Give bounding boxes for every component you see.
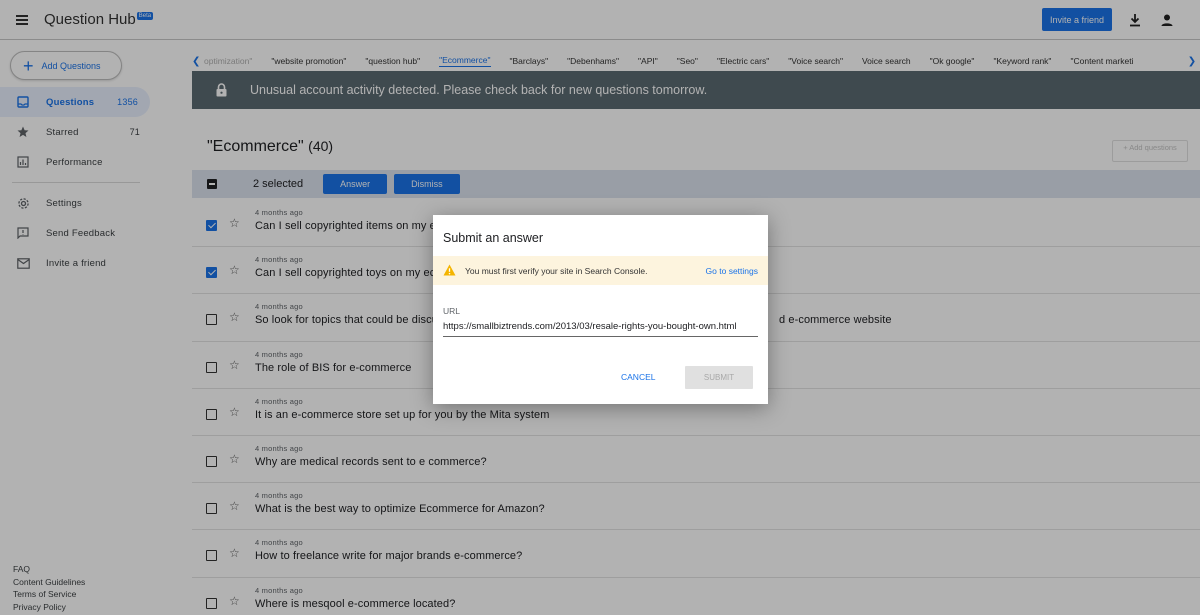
url-input[interactable]: https://smallbiztrends.com/2013/03/resal…: [443, 321, 737, 332]
verification-warning: You must first verify your site in Searc…: [433, 256, 768, 285]
url-label: URL: [443, 306, 461, 316]
submit-button[interactable]: SUBMIT: [685, 366, 753, 389]
warning-icon: [443, 264, 456, 278]
go-to-settings-link[interactable]: Go to settings: [706, 266, 758, 276]
submit-answer-dialog: Submit an answer You must first verify y…: [433, 215, 768, 404]
cancel-button[interactable]: CANCEL: [621, 372, 655, 382]
warning-text: You must first verify your site in Searc…: [465, 265, 648, 276]
dialog-title: Submit an answer: [443, 231, 544, 245]
url-input-underline: [443, 336, 758, 337]
